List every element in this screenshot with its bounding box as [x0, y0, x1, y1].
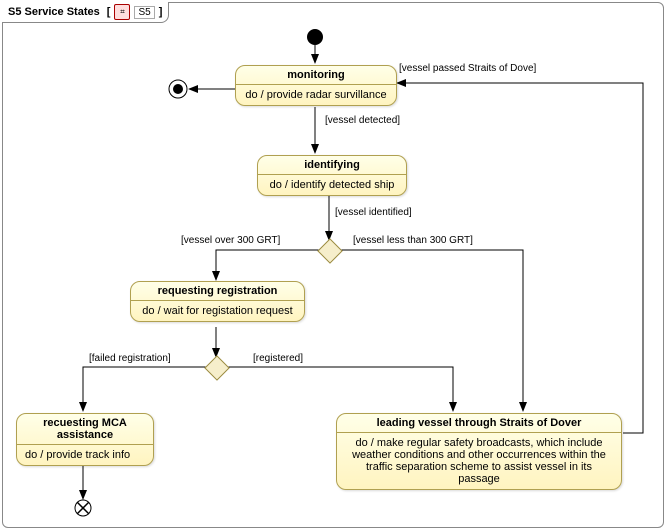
transition-label: [vessel identified] [335, 207, 412, 218]
state-leading: leading vessel through Straits of Dover … [336, 413, 622, 490]
transition-label: [vessel less than 300 GRT] [353, 235, 473, 246]
state-requesting-registration: requesting registration do / wait for re… [130, 281, 305, 322]
state-title: monitoring [236, 66, 396, 84]
state-monitoring: monitoring do / provide radar survillanc… [235, 65, 397, 106]
state-title: identifying [258, 156, 406, 174]
frame-title: S5 Service States [8, 6, 100, 18]
state-activity: do / make regular safety broadcasts, whi… [337, 433, 621, 489]
transition-label: [vessel over 300 GRT] [181, 235, 280, 246]
transition-label: [failed registration] [89, 353, 171, 364]
transition-label: [registered] [253, 353, 303, 364]
frame-tab: S5 Service States [ ⌗ S5 ] [2, 2, 169, 23]
statemachine-icon: ⌗ [114, 4, 130, 20]
state-activity: do / provide track info [17, 445, 153, 465]
state-identifying: identifying do / identify detected ship [257, 155, 407, 196]
state-requesting-mca: recuesting MCA assistance do / provide t… [16, 413, 154, 466]
choice-node [204, 355, 229, 380]
diagram-frame: S5 Service States [ ⌗ S5 ] [2, 2, 664, 528]
state-title: recuesting MCA assistance [17, 414, 153, 444]
state-activity: do / wait for registation request [131, 301, 304, 321]
state-activity: do / identify detected ship [258, 175, 406, 195]
transition-label: [vessel passed Straits of Dove] [399, 63, 536, 74]
state-activity: do / provide radar survillance [236, 85, 396, 105]
transition-label: [vessel detected] [325, 115, 400, 126]
frame-ref: S5 [134, 6, 154, 19]
state-title: requesting registration [131, 282, 304, 300]
choice-node [317, 238, 342, 263]
state-title: leading vessel through Straits of Dover [337, 414, 621, 432]
